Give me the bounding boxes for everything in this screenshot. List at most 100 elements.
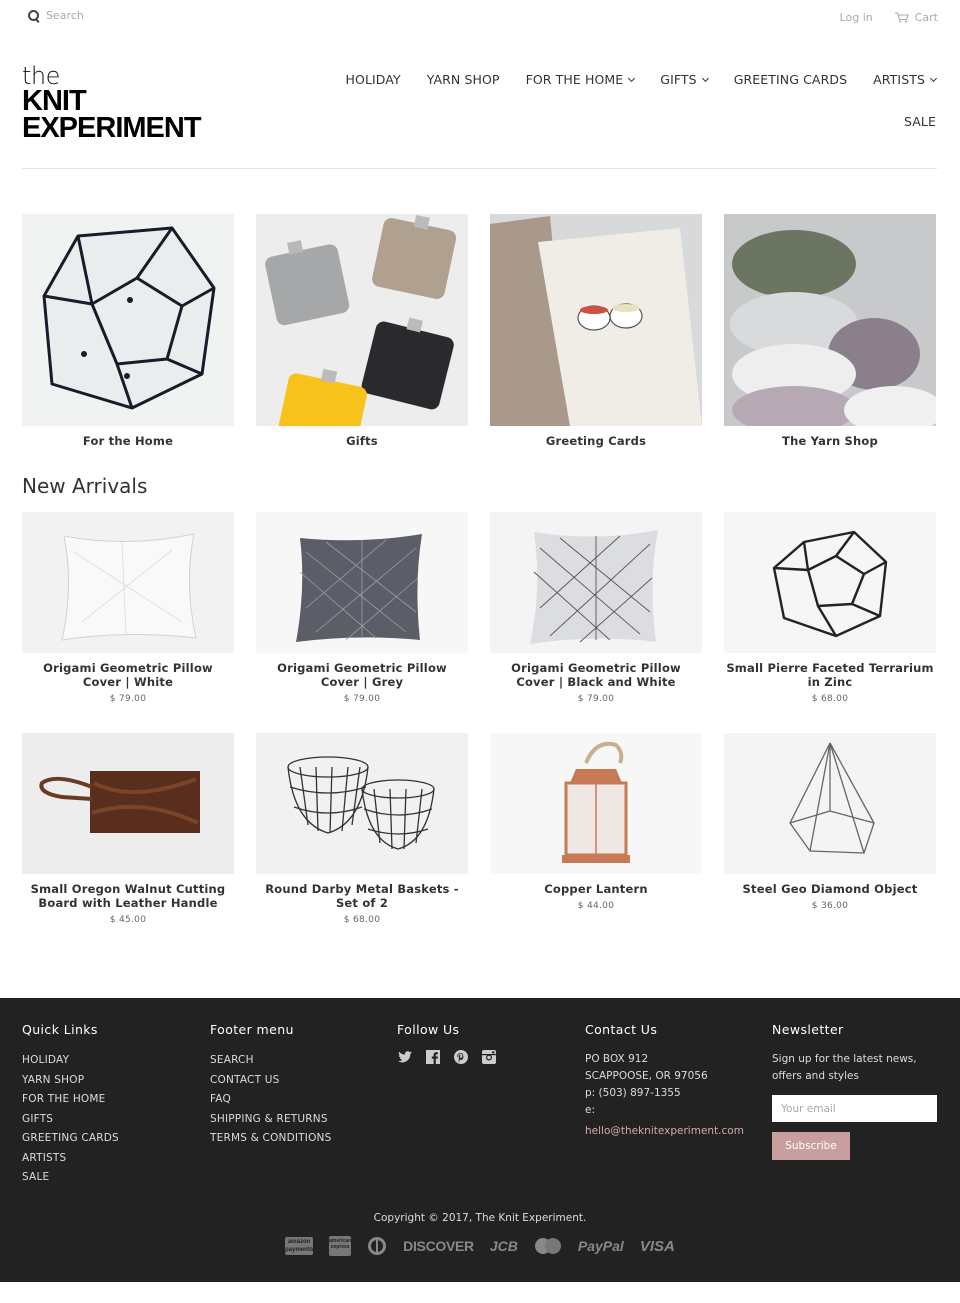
main-nav: HOLIDAY YARN SHOP FOR THE HOME GIFTS GRE… — [316, 72, 938, 129]
footer-menu: Footer menu SEARCH CONTACT US FAQ SHIPPI… — [210, 1022, 331, 1149]
newsletter-text: Sign up for the latest news, offers and … — [772, 1053, 917, 1082]
search-icon[interactable] — [28, 9, 40, 22]
nav-item-yarn-shop[interactable]: YARN SHOP — [401, 72, 500, 87]
product-title: Copper Lantern — [544, 882, 648, 896]
footer-link-holiday[interactable]: HOLIDAY — [22, 1054, 69, 1066]
product-card[interactable]: Origami Geometric Pillow Cover | Grey $ … — [256, 512, 468, 704]
footer-link-contact-us[interactable]: CONTACT US — [210, 1074, 279, 1086]
product-image — [490, 733, 702, 874]
nav-item-gifts[interactable]: GIFTS — [634, 72, 709, 87]
product-card[interactable]: Round Darby Metal Baskets - Set of 2 $ 6… — [256, 733, 468, 925]
footer-heading: Follow Us — [397, 1022, 460, 1037]
footer-heading: Quick Links — [22, 1022, 98, 1037]
chevron-down-icon — [929, 74, 938, 82]
contact-phone: p: (503) 897-1355 — [585, 1087, 681, 1099]
mastercard-icon — [534, 1236, 562, 1256]
nav-label: ARTISTS — [873, 72, 925, 87]
contact-email-label: e: — [585, 1104, 595, 1116]
collection-image-yarn — [724, 214, 936, 426]
product-price: $ 79.00 — [577, 694, 615, 704]
search-input[interactable] — [46, 9, 206, 22]
footer-link-sale[interactable]: SALE — [22, 1171, 49, 1183]
american-express-icon: american express — [329, 1236, 352, 1256]
nav-label: GREETING CARDS — [733, 72, 848, 87]
footer-link-shipping-returns[interactable]: SHIPPING & RETURNS — [210, 1113, 328, 1125]
footer-link-artists[interactable]: ARTISTS — [22, 1152, 66, 1164]
contact-address-line1: PO BOX 912 — [585, 1053, 649, 1065]
subscribe-button[interactable]: Subscribe — [772, 1132, 850, 1160]
nav-item-for-the-home[interactable]: FOR THE HOME — [500, 72, 636, 87]
paypal-icon: PayPal — [577, 1238, 624, 1254]
product-image — [490, 512, 702, 653]
footer-link-faq[interactable]: FAQ — [210, 1093, 231, 1105]
footer-link-yarn-shop[interactable]: YARN SHOP — [22, 1074, 84, 1086]
payment-label: american express — [329, 1236, 352, 1256]
account-links: Log in Cart — [840, 11, 938, 24]
product-title: Small Oregon Walnut Cutting Board with L… — [30, 882, 226, 910]
product-image — [724, 733, 936, 874]
product-card[interactable]: Origami Geometric Pillow Cover | White $… — [22, 512, 234, 704]
nav-label: GIFTS — [660, 72, 697, 87]
twitter-icon[interactable] — [397, 1049, 413, 1065]
product-title: Round Darby Metal Baskets - Set of 2 — [265, 882, 459, 910]
cart-link[interactable]: Cart — [894, 11, 938, 24]
collection-title: Gifts — [346, 434, 378, 448]
contact-email-link[interactable]: hello@theknitexperiment.com — [585, 1125, 744, 1137]
nav-label: SALE — [904, 114, 936, 129]
new-arrivals-heading: New Arrivals — [22, 474, 148, 498]
nav-label: FOR THE HOME — [525, 72, 624, 87]
pinterest-icon[interactable] — [453, 1049, 469, 1065]
cart-icon — [894, 12, 909, 23]
product-card[interactable]: Small Pierre Faceted Terrarium in Zinc $… — [724, 512, 936, 704]
collection-greeting-cards[interactable]: Greeting Cards — [490, 214, 702, 448]
login-link[interactable]: Log in — [840, 11, 873, 24]
product-title: Origami Geometric Pillow Cover | Black a… — [511, 661, 681, 689]
product-title: Origami Geometric Pillow Cover | White — [43, 661, 213, 689]
footer-link-search[interactable]: SEARCH — [210, 1054, 254, 1066]
instagram-icon[interactable] — [481, 1049, 497, 1065]
collection-image-terrarium — [22, 214, 234, 426]
collection-yarn-shop[interactable]: The Yarn Shop — [724, 214, 936, 448]
payment-label: amazon payments — [285, 1237, 314, 1255]
visa-icon: VISA — [639, 1237, 675, 1255]
nav-item-artists[interactable]: ARTISTS — [847, 72, 938, 87]
nav-label: HOLIDAY — [345, 72, 401, 87]
product-row: Small Oregon Walnut Cutting Board with L… — [22, 733, 937, 925]
discover-icon: DISCOVER — [403, 1238, 474, 1254]
product-card[interactable]: Steel Geo Diamond Object $ 36.00 — [724, 733, 936, 925]
product-price: $ 68.00 — [343, 915, 381, 925]
product-card[interactable]: Origami Geometric Pillow Cover | Black a… — [490, 512, 702, 704]
footer-heading: Contact Us — [585, 1022, 658, 1037]
collection-grid: For the Home Gifts Greeting Cards The Ya… — [22, 214, 937, 448]
collection-for-the-home[interactable]: For the Home — [22, 214, 234, 448]
logo-line-experiment: EXPERIMENT — [22, 112, 202, 144]
product-price: $ 79.00 — [109, 694, 147, 704]
diners-club-icon — [367, 1236, 387, 1256]
site-logo[interactable]: the KNIT EXPERIMENT — [22, 62, 212, 144]
footer-link-greeting-cards[interactable]: GREETING CARDS — [22, 1132, 119, 1144]
footer-link-for-the-home[interactable]: FOR THE HOME — [22, 1093, 105, 1105]
product-card[interactable]: Small Oregon Walnut Cutting Board with L… — [22, 733, 234, 925]
product-image — [22, 512, 234, 653]
product-image — [256, 733, 468, 874]
footer-link-terms[interactable]: TERMS & CONDITIONS — [210, 1132, 331, 1144]
site-footer: Quick Links HOLIDAY YARN SHOP FOR THE HO… — [0, 998, 960, 1282]
newsletter-email-input[interactable] — [772, 1095, 937, 1122]
jcb-icon: JCB — [489, 1238, 518, 1254]
product-image — [22, 733, 234, 874]
facebook-icon[interactable] — [425, 1049, 441, 1065]
footer-follow-us: Follow Us — [397, 1022, 497, 1065]
nav-item-sale[interactable]: SALE — [878, 114, 936, 129]
product-price: $ 44.00 — [577, 901, 615, 911]
nav-item-holiday[interactable]: HOLIDAY — [320, 72, 401, 87]
collection-title: Greeting Cards — [545, 434, 647, 448]
collection-image-flasks — [256, 214, 468, 426]
product-card[interactable]: Copper Lantern $ 44.00 — [490, 733, 702, 925]
header-divider — [22, 168, 937, 169]
product-title: Steel Geo Diamond Object — [742, 882, 918, 896]
footer-link-gifts[interactable]: GIFTS — [22, 1113, 53, 1125]
product-price: $ 68.00 — [811, 694, 849, 704]
collection-title: For the Home — [82, 434, 174, 448]
nav-item-greeting-cards[interactable]: GREETING CARDS — [708, 72, 847, 87]
collection-gifts[interactable]: Gifts — [256, 214, 468, 448]
